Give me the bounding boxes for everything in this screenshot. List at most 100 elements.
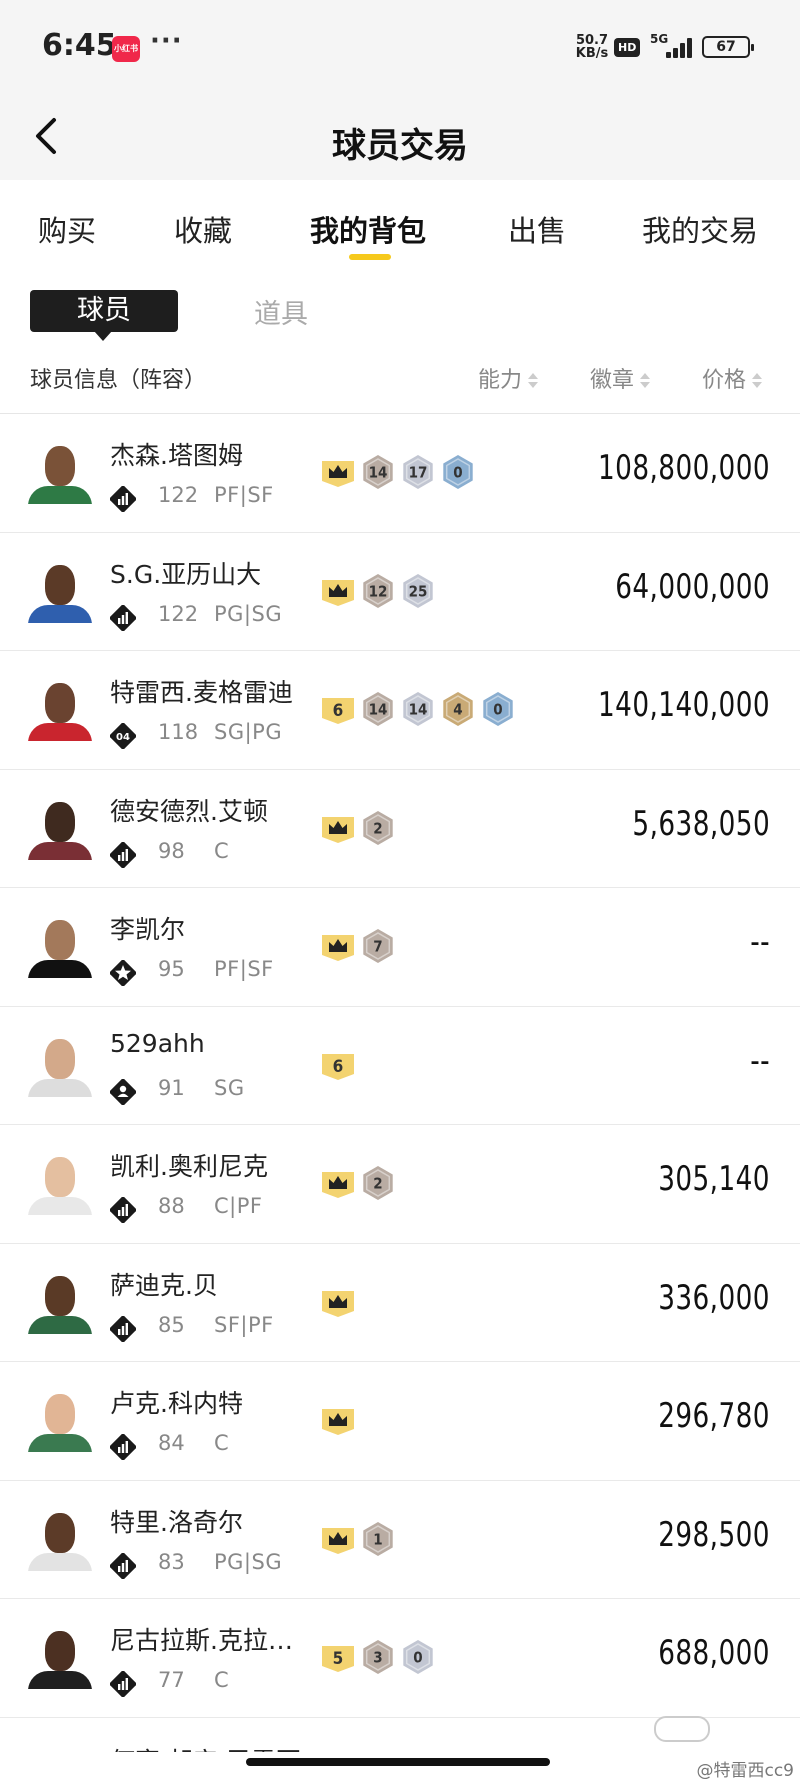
player-avatar <box>28 681 92 741</box>
player-avatar <box>28 444 92 504</box>
tier-diamond-icon <box>108 603 138 632</box>
avatar-jersey <box>28 723 92 741</box>
sort-icon <box>528 372 539 390</box>
player-row[interactable]: 特雷西.麦格雷迪 04 118 SG|PG 6 14 14 4 0 140,140,000 <box>0 651 800 770</box>
badge-count: 6 <box>333 1057 344 1077</box>
home-indicator[interactable] <box>246 1758 550 1766</box>
bronze-badge: 14 <box>360 454 396 494</box>
player-rating: 122 <box>158 601 199 626</box>
subtab-items[interactable]: 道具 <box>254 292 308 331</box>
player-price: 305,140 <box>658 1159 770 1199</box>
blue-badge: 0 <box>480 691 516 731</box>
player-avatar <box>28 1392 92 1452</box>
signal-icon <box>660 36 694 58</box>
badge-count: 17 <box>409 464 428 482</box>
player-rating: 83 <box>158 1549 185 1574</box>
more-notifications-icon: ··· <box>150 26 183 56</box>
bronze-badge: 14 <box>360 691 396 731</box>
crown-badge-icon <box>320 1284 356 1324</box>
badge-count: 14 <box>369 464 388 482</box>
player-position: PF|SF <box>214 483 274 507</box>
avatar-jersey <box>28 1197 92 1215</box>
badge-count: 5 <box>333 1649 344 1669</box>
player-rating: 85 <box>158 1312 185 1337</box>
player-rating: 98 <box>158 838 185 863</box>
column-headers: 球员信息（阵容） 能力 徽章 价格 <box>0 348 800 414</box>
status-bar: 6:45 小红书 ··· 50.7 KB/s HD 5G 67 <box>0 0 800 96</box>
player-row[interactable]: 凯利.奥利尼克 88 C|PF 2 305,140 <box>0 1125 800 1244</box>
column-price-label: 价格 <box>702 368 747 393</box>
player-row[interactable]: 尼古拉斯.克拉… 77 C 5 3 0 688,000 <box>0 1599 800 1718</box>
silver-badge: 17 <box>400 454 436 494</box>
bronze-badge: 2 <box>360 1165 396 1205</box>
tab-my-backpack[interactable]: 我的背包 <box>310 208 426 250</box>
player-row[interactable]: 卢克.科内特 84 C 296,780 <box>0 1362 800 1481</box>
tier-label: 04 <box>116 732 130 743</box>
player-position: C|PF <box>214 1194 263 1218</box>
tier-diamond-icon <box>108 1432 138 1462</box>
player-row[interactable]: S.G.亚历山大 122 PG|SG 12 25 64,000,000 <box>0 533 800 651</box>
badge-count: 0 <box>453 464 462 482</box>
badge-count: 1 <box>373 1530 382 1548</box>
player-row[interactable]: 德安德烈.艾顿 98 C 2 5,638,050 <box>0 770 800 888</box>
player-name: 杰森.塔图姆 <box>110 441 243 470</box>
badge-count: 7 <box>373 938 382 956</box>
player-row[interactable]: 529ahh 91 SG 6 -- <box>0 1007 800 1125</box>
player-price: 336,000 <box>658 1277 770 1318</box>
player-row[interactable]: 李凯尔 95 PF|SF 7 -- <box>0 888 800 1007</box>
avatar-jersey <box>28 486 92 504</box>
tab-favorites[interactable]: 收藏 <box>174 208 232 250</box>
blue-badge: 0 <box>440 454 476 494</box>
player-name: 卢克.科内特 <box>110 1389 243 1418</box>
tier-diamond-icon <box>108 1669 138 1699</box>
avatar-jersey <box>28 1552 92 1571</box>
player-position: SG|PG <box>214 720 283 744</box>
player-name: 529ahh <box>110 1028 205 1058</box>
tier-person-icon <box>108 1077 138 1106</box>
sort-icon <box>640 372 651 390</box>
player-avatar <box>28 1037 92 1097</box>
subtab-players[interactable]: 球员 <box>30 290 178 341</box>
crown-badge-icon <box>320 454 356 494</box>
avatar-jersey <box>28 1078 92 1097</box>
sort-by-badges[interactable]: 徽章 <box>590 362 651 394</box>
tab-buy[interactable]: 购买 <box>38 208 96 250</box>
player-price: 64,000,000 <box>615 566 770 607</box>
player-price: 296,780 <box>658 1396 770 1436</box>
player-rating: 77 <box>158 1668 185 1692</box>
tab-sell[interactable]: 出售 <box>508 208 566 250</box>
badge-count: 0 <box>493 701 502 719</box>
sort-by-price[interactable]: 价格 <box>702 362 763 394</box>
avatar-head <box>45 1631 75 1671</box>
crown-badge-icon <box>320 810 356 850</box>
badge-count: 6 <box>333 701 344 721</box>
avatar-head <box>45 1157 75 1197</box>
avatar-jersey <box>28 841 92 860</box>
badge-count: 2 <box>373 819 382 837</box>
player-position: PF|SF <box>214 957 274 981</box>
silver-badge: 0 <box>400 1639 436 1679</box>
bronze-badge: 3 <box>360 1639 396 1679</box>
player-row[interactable]: 杰森.塔图姆 122 PF|SF 14 17 0 108,800,000 <box>0 414 800 533</box>
partial-player-name: 何塞.胡安.巴雷亚 <box>110 1742 301 1752</box>
player-name: 尼古拉斯.克拉… <box>110 1626 293 1655</box>
tier-diamond-icon <box>108 1551 138 1580</box>
tier-04-icon: 04 <box>108 721 138 751</box>
tab-my-trades[interactable]: 我的交易 <box>642 208 758 250</box>
avatar-head <box>45 564 75 605</box>
player-row[interactable]: 萨迪克.贝 85 SF|PF 336,000 <box>0 1244 800 1362</box>
player-list: 杰森.塔图姆 122 PF|SF 14 17 0 108,800,000 S.G.亚历山大 12… <box>0 414 800 1718</box>
sort-by-ability[interactable]: 能力 <box>478 362 539 394</box>
player-position: PG|SG <box>214 601 283 626</box>
crown-badge-icon <box>320 1521 356 1561</box>
player-position: SF|PF <box>214 1312 274 1337</box>
tier-star-icon <box>108 958 138 988</box>
player-price: 5,638,050 <box>632 803 770 844</box>
player-avatar <box>28 1155 92 1215</box>
player-row[interactable]: 特里.洛奇尔 83 PG|SG 1 298,500 <box>0 1481 800 1599</box>
avatar-head <box>45 446 75 486</box>
player-avatar <box>28 1511 92 1571</box>
player-avatar <box>28 918 92 978</box>
player-price: 688,000 <box>658 1633 770 1673</box>
avatar-head <box>45 1275 75 1316</box>
